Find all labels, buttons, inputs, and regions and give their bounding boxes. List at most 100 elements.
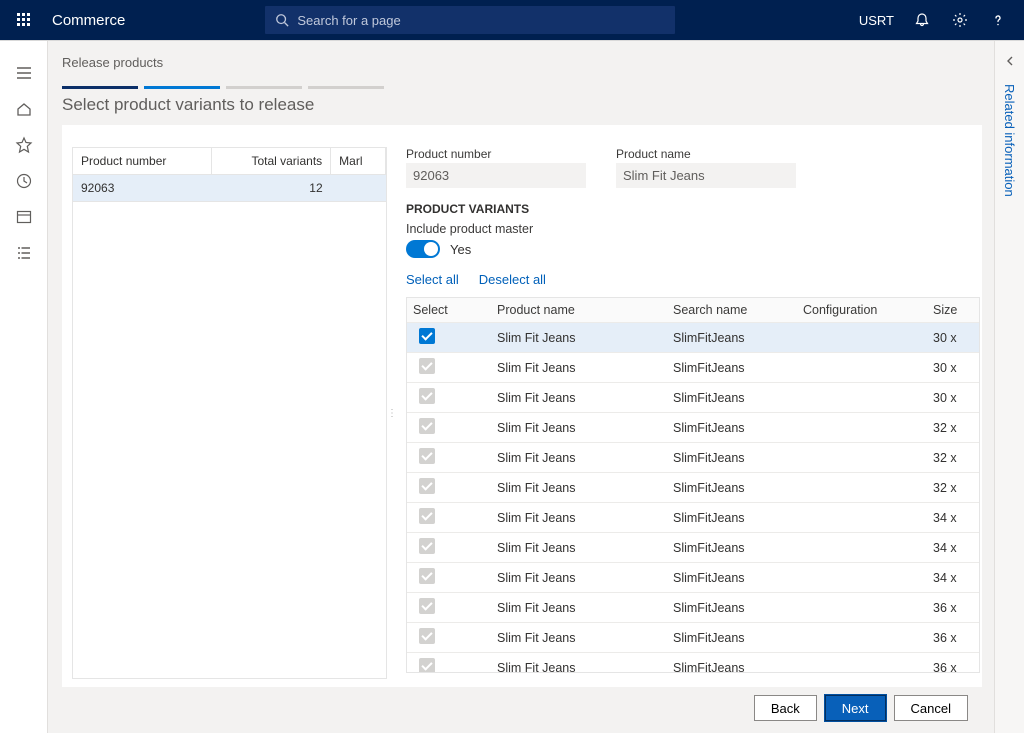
app-launcher-icon[interactable] — [0, 0, 48, 40]
col-size[interactable]: Size — [927, 298, 980, 323]
collapse-related-icon[interactable] — [1004, 55, 1016, 70]
variant-row[interactable]: Slim Fit JeansSlimFitJeans30 x — [407, 323, 980, 353]
cancel-button[interactable]: Cancel — [894, 695, 968, 721]
col-product-name[interactable]: Product name — [491, 298, 667, 323]
cell-mark — [331, 175, 386, 202]
col-configuration[interactable]: Configuration — [797, 298, 927, 323]
related-info-label[interactable]: Related information — [1002, 84, 1017, 197]
search-input[interactable] — [297, 13, 665, 28]
wizard-step-4[interactable] — [308, 86, 384, 89]
cell-configuration — [797, 473, 927, 503]
nav-modules-icon[interactable] — [0, 235, 48, 271]
product-row[interactable]: 9206312 — [73, 175, 386, 202]
nav-home-icon[interactable] — [0, 91, 48, 127]
cell-product-name: Slim Fit Jeans — [491, 533, 667, 563]
search-box[interactable] — [265, 6, 675, 34]
cell-product-name: Slim Fit Jeans — [491, 623, 667, 653]
help-icon[interactable] — [988, 10, 1008, 30]
variant-row[interactable]: Slim Fit JeansSlimFitJeans 34 x — [407, 563, 980, 593]
variant-checkbox[interactable] — [419, 628, 435, 644]
variant-checkbox[interactable] — [419, 358, 435, 374]
app-name[interactable]: Commerce — [52, 12, 125, 29]
variant-row[interactable]: Slim Fit JeansSlimFitJeans32 x — [407, 473, 980, 503]
variant-checkbox[interactable] — [419, 568, 435, 584]
cell-size: 34 x — [927, 533, 980, 563]
cell-size: 36 x — [927, 653, 980, 674]
variant-checkbox[interactable] — [419, 538, 435, 554]
column-splitter[interactable]: ⋮ — [387, 408, 390, 419]
user-label[interactable]: USRT — [859, 13, 894, 28]
variant-checkbox[interactable] — [419, 448, 435, 464]
variant-row[interactable]: Slim Fit JeansSlimFitJeans34 x — [407, 503, 980, 533]
cell-size: 34 x — [927, 503, 980, 533]
cell-product-name: Slim Fit Jeans — [491, 323, 667, 353]
notifications-icon[interactable] — [912, 10, 932, 30]
variants-grid[interactable]: Select Product name Search name Configur… — [406, 297, 980, 673]
cell-search-name: SlimFitJeans — [667, 563, 797, 593]
wizard-step-3[interactable] — [226, 86, 302, 89]
variant-row[interactable]: Slim Fit JeansSlimFitJeans36 x — [407, 623, 980, 653]
cell-search-name: SlimFitJeans — [667, 443, 797, 473]
variant-row[interactable]: Slim Fit JeansSlimFitJeans30 x — [407, 383, 980, 413]
cell-product-name: Slim Fit Jeans — [491, 563, 667, 593]
cell-configuration — [797, 413, 927, 443]
main-panel: Product number Total variants Marl 92063… — [62, 125, 982, 687]
back-button[interactable]: Back — [754, 695, 817, 721]
variant-checkbox[interactable] — [419, 598, 435, 614]
product-master-grid[interactable]: Product number Total variants Marl 92063… — [72, 147, 387, 679]
col-product-number[interactable]: Product number — [73, 148, 211, 175]
page-title: Release products — [62, 55, 982, 70]
cell-search-name: SlimFitJeans — [667, 353, 797, 383]
include-master-toggle[interactable] — [406, 240, 440, 258]
variant-checkbox[interactable] — [419, 328, 435, 344]
col-select[interactable]: Select — [407, 298, 491, 323]
variant-row[interactable]: Slim Fit JeansSlimFitJeans30 x — [407, 353, 980, 383]
next-button[interactable]: Next — [825, 695, 886, 721]
nav-hamburger-icon[interactable] — [0, 55, 48, 91]
cell-search-name: SlimFitJeans — [667, 413, 797, 443]
variant-row[interactable]: Slim Fit JeansSlimFitJeans36 x — [407, 653, 980, 674]
variant-checkbox[interactable] — [419, 388, 435, 404]
cell-size: 32 x — [927, 443, 980, 473]
cell-product-name: Slim Fit Jeans — [491, 503, 667, 533]
variant-checkbox[interactable] — [419, 658, 435, 673]
variant-row[interactable]: Slim Fit JeansSlimFitJeans34 x — [407, 533, 980, 563]
product-name-value: Slim Fit Jeans — [616, 163, 796, 188]
cell-search-name: SlimFitJeans — [667, 623, 797, 653]
col-mark[interactable]: Marl — [331, 148, 386, 175]
variant-row[interactable]: Slim Fit JeansSlimFitJeans 32 x — [407, 413, 980, 443]
cell-search-name: SlimFitJeans — [667, 383, 797, 413]
select-all-link[interactable]: Select all — [406, 272, 459, 287]
cell-configuration — [797, 623, 927, 653]
nav-favorites-icon[interactable] — [0, 127, 48, 163]
variant-checkbox[interactable] — [419, 508, 435, 524]
settings-icon[interactable] — [950, 10, 970, 30]
related-info-pane: Related information — [994, 41, 1024, 733]
variant-checkbox[interactable] — [419, 418, 435, 434]
variant-checkbox[interactable] — [419, 478, 435, 494]
cell-size: 30 x — [927, 383, 980, 413]
wizard-step-2[interactable] — [144, 86, 220, 89]
cell-configuration — [797, 443, 927, 473]
nav-workspaces-icon[interactable] — [0, 199, 48, 235]
cell-size: 36 x — [927, 593, 980, 623]
product-name-label: Product name — [616, 147, 796, 161]
cell-configuration — [797, 533, 927, 563]
wizard-step-1[interactable] — [62, 86, 138, 89]
cell-configuration — [797, 353, 927, 383]
cell-size: 34 x — [927, 563, 980, 593]
nav-recents-icon[interactable] — [0, 163, 48, 199]
col-search-name[interactable]: Search name — [667, 298, 797, 323]
cell-search-name: SlimFitJeans — [667, 653, 797, 674]
cell-size: 30 x — [927, 323, 980, 353]
col-total-variants[interactable]: Total variants — [211, 148, 330, 175]
cell-product-name: Slim Fit Jeans — [491, 413, 667, 443]
deselect-all-link[interactable]: Deselect all — [479, 272, 546, 287]
variant-row[interactable]: Slim Fit JeansSlimFitJeans32 x — [407, 443, 980, 473]
cell-configuration — [797, 323, 927, 353]
include-master-label: Include product master — [406, 222, 980, 236]
cell-size: 32 x — [927, 413, 980, 443]
wizard-title: Select product variants to release — [62, 95, 982, 115]
cell-product-name: Slim Fit Jeans — [491, 593, 667, 623]
variant-row[interactable]: Slim Fit JeansSlimFitJeans36 x — [407, 593, 980, 623]
